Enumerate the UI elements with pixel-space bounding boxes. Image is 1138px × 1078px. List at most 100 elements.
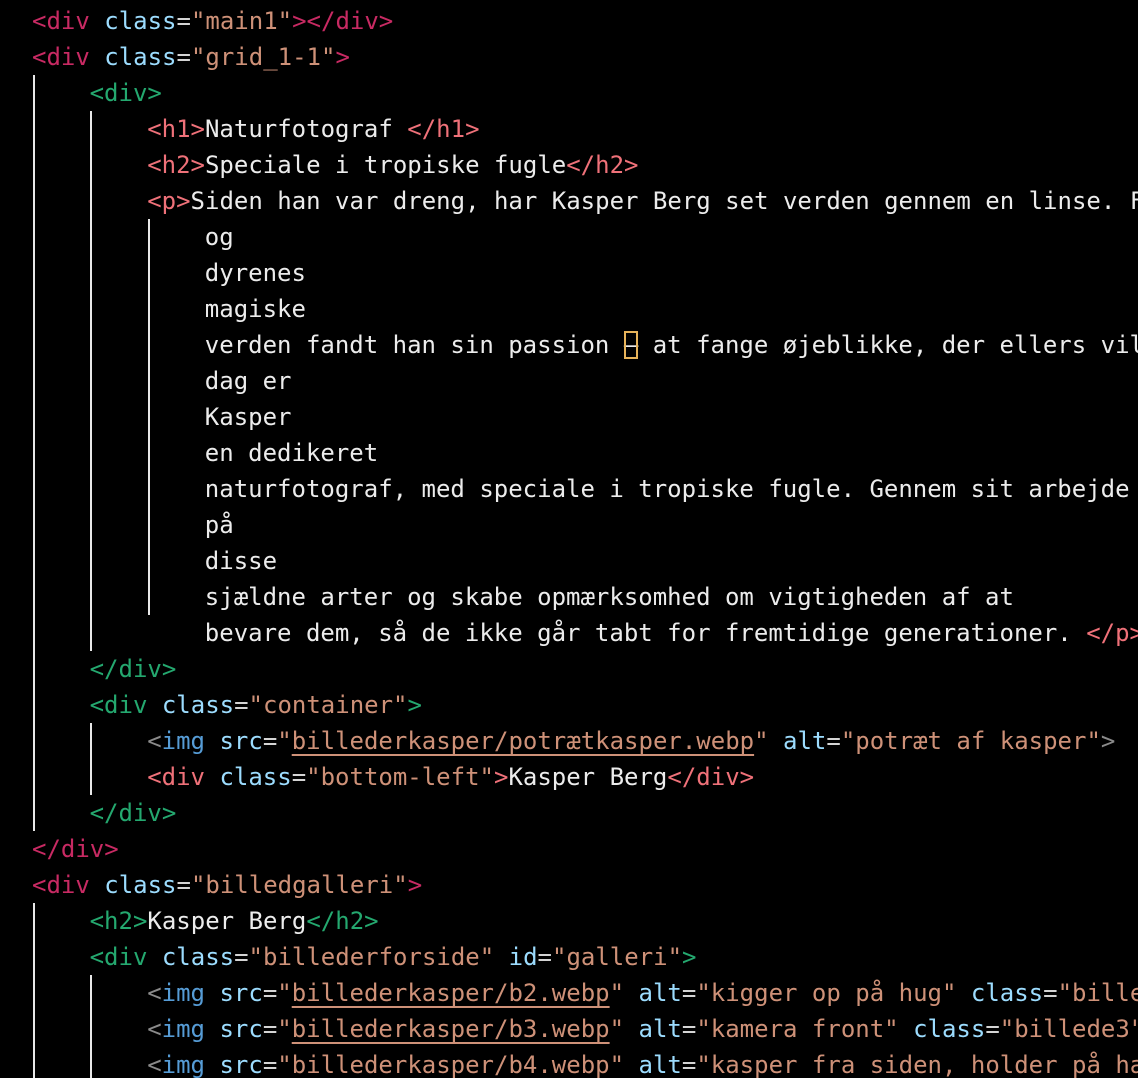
code-line[interactable]: naturfotograf, med speciale i tropiske f… [205,471,1138,507]
code-line[interactable]: <div class="container"> [90,687,422,723]
tag: <h1> [147,115,205,143]
text: magiske [204,295,306,323]
code-line[interactable]: på [205,507,234,543]
indent-guide [90,975,92,1078]
code-line[interactable]: </div> [90,651,177,687]
code-line[interactable]: dyrenes [205,255,306,291]
text [769,727,783,755]
code-line[interactable]: <div class="grid_1-1"> [32,39,350,75]
code-line[interactable]: <img src="billederkasper/potrætkasper.we… [147,723,1115,759]
attribute-name: alt [638,1015,682,1043]
code-line[interactable]: Kasper [205,399,292,435]
attribute-value: " [754,727,769,755]
text [899,1015,913,1043]
code-line[interactable]: sjældne arter og skabe opmærksomhed om v… [205,579,1014,615]
text [147,943,161,971]
code-line[interactable]: <h1>Naturfotograf </h1> [147,111,479,147]
tag: <div> [89,79,162,107]
tag: </div> [89,655,177,683]
code-line[interactable]: <h2>Kasper Berg</h2> [90,903,379,939]
indent-guide [148,219,150,615]
code-line[interactable]: <img src="billederkasper/b2.webp" alt="k… [147,975,1138,1011]
text [956,979,970,1007]
code-line[interactable]: </div> [90,795,177,831]
equals-sign: = [826,727,841,755]
attribute-value: "kigger op på hug" [696,979,957,1007]
text: Naturfotograf [204,115,408,143]
code-line[interactable]: bevare dem, så de ikke går tabt for frem… [205,615,1138,651]
link-path[interactable]: billederkasper/b3.webp [292,1015,610,1043]
equals-sign: = [537,943,552,971]
tag-name: img [161,727,205,755]
tag: <div [89,691,148,719]
code-line[interactable]: magiske [205,291,306,327]
code-line[interactable]: verden fandt han sin passion – at fange … [205,327,1138,363]
equals-sign: = [985,1015,1000,1043]
link-path[interactable]: billederkasper/potrætkasper.webp [292,727,754,755]
tag-punctuation: < [147,979,162,1007]
attribute-name: class [219,763,292,791]
equals-sign: = [1043,979,1058,1007]
code-line[interactable]: og [205,219,234,255]
attribute-value: "billedgalleri" [190,871,408,899]
attribute-name: class [104,871,177,899]
tag: <div [32,871,90,899]
text [90,7,104,35]
tag: <div [32,43,90,71]
attribute-name: id [508,943,538,971]
equals-sign: = [176,43,191,71]
attribute-value: "kamera front" [696,1015,899,1043]
tag: </div> [89,799,177,827]
code-line[interactable]: <h2>Speciale i tropiske fugle</h2> [147,147,638,183]
attribute-name: src [219,1015,263,1043]
text [205,727,219,755]
tag: </div> [32,835,119,863]
code-line[interactable]: <div class="billedgalleri"> [32,867,422,903]
code-line[interactable]: <div class="main1"></div> [32,3,393,39]
attribute-name: src [219,979,263,1007]
attribute-value: " [277,979,292,1007]
equals-sign: = [291,763,307,791]
attribute-name: class [104,7,177,35]
equals-sign: = [262,979,278,1007]
tag: <h2> [147,151,205,179]
code-line[interactable]: en dedikeret [205,435,378,471]
text [624,979,638,1007]
text: Kasper Berg [508,763,668,791]
code-line[interactable]: </div> [32,831,119,867]
equals-sign: = [262,1015,278,1043]
code-line[interactable]: <div class="bottom-left">Kasper Berg</di… [147,759,754,795]
code-line[interactable]: <img src="billederkasper/b3.webp" alt="k… [147,1011,1138,1047]
tag: </p> [1086,619,1138,647]
code-line[interactable]: <p>Siden han var dreng, har Kasper Berg … [147,183,1138,219]
link-path[interactable]: billederkasper/b4.webp [292,1051,610,1078]
code-editor[interactable]: <div class="main1"></div> <div class="gri… [0,0,1138,1078]
text: dyrenes [204,259,306,287]
attribute-name: class [161,943,235,971]
attribute-value: "container" [248,691,408,719]
indent-guide [33,903,35,1078]
text: Siden han var dreng, har Kasper Berg set… [190,187,1138,215]
text [624,1051,638,1078]
attribute-value: " [277,1015,292,1043]
tag: > [407,691,422,719]
tag: <div [32,7,90,35]
code-line[interactable]: dag er [205,363,292,399]
text [205,979,219,1007]
equals-sign: = [681,1015,697,1043]
text: på [204,511,234,539]
text: Kasper Berg [147,907,307,935]
code-line[interactable]: disse [205,543,277,579]
text: naturfotograf, med speciale i tropiske f… [204,475,1138,503]
text [90,43,104,71]
code-line[interactable]: <div> [90,75,162,111]
text: verden fandt han sin passion [204,331,624,359]
text: og [204,223,234,251]
code-line[interactable]: <img src="billederkasper/b4.webp" alt="k… [147,1047,1138,1078]
code-line[interactable]: <div class="billederforside" id="galleri… [90,939,697,975]
text: dag er [204,367,292,395]
attribute-name: src [219,727,263,755]
tag: </h2> [566,151,639,179]
text: bevare dem, så de ikke går tabt for frem… [204,619,1087,647]
link-path[interactable]: billederkasper/b2.webp [292,979,610,1007]
